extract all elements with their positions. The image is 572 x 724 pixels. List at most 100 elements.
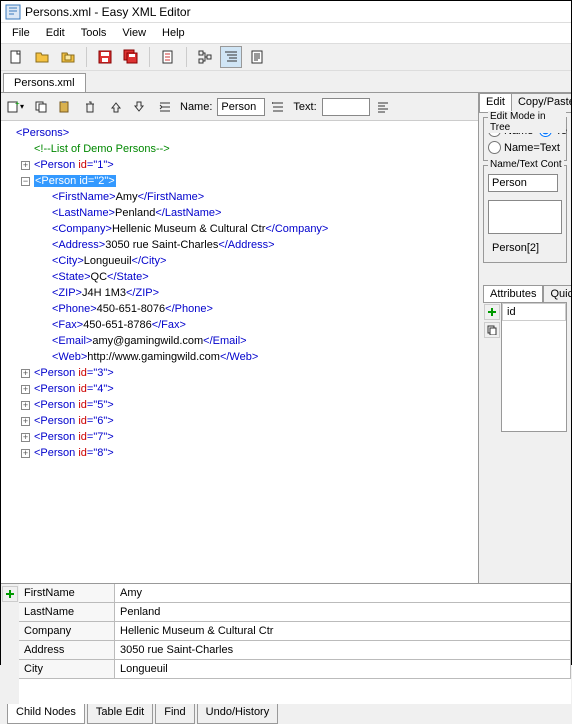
bottom-tab-tableedit[interactable]: Table Edit xyxy=(87,704,153,724)
expand-icon[interactable]: + xyxy=(21,401,30,410)
copy-button[interactable] xyxy=(31,97,51,117)
file-tabs: Persons.xml xyxy=(1,71,571,93)
indent-button[interactable] xyxy=(155,97,175,117)
align-button[interactable] xyxy=(373,97,393,117)
menu-tools[interactable]: Tools xyxy=(74,25,114,41)
tree-row[interactable]: <!--List of Demo Persons--> xyxy=(3,141,476,157)
tree-row[interactable]: <Persons> xyxy=(3,125,476,141)
expand-icon[interactable]: + xyxy=(21,433,30,442)
child-node-value[interactable]: Longueuil xyxy=(115,660,571,678)
bottom-tab-find[interactable]: Find xyxy=(155,704,194,724)
child-node-row[interactable]: CompanyHellenic Museum & Cultural Ctr xyxy=(19,622,571,641)
tree-row[interactable]: +<Person id="8"> xyxy=(3,445,476,461)
attributes-table[interactable]: id xyxy=(501,303,567,432)
menu-view[interactable]: View xyxy=(115,25,153,41)
save-all-button[interactable] xyxy=(120,46,142,68)
tree-row[interactable]: <Email>amy@gamingwild.com</Email> xyxy=(3,333,476,349)
add-attribute-button[interactable] xyxy=(484,304,500,320)
tree-row[interactable]: <City>Longueuil</City> xyxy=(3,253,476,269)
child-node-key: FirstName xyxy=(19,584,115,602)
expand-icon[interactable]: + xyxy=(21,417,30,426)
add-child-button[interactable] xyxy=(2,586,18,602)
paste-button[interactable] xyxy=(54,97,74,117)
tree-row[interactable]: +<Person id="5"> xyxy=(3,397,476,413)
right-panel: Edit Copy/Paste Edit Mode in Tree Name T… xyxy=(479,93,571,583)
menu-bar: File Edit Tools View Help xyxy=(1,23,571,43)
tree-row[interactable]: <Fax>450-651-8786</Fax> xyxy=(3,317,476,333)
tree-row[interactable]: <Address>3050 rue Saint-Charles</Address… xyxy=(3,237,476,253)
node-name-input[interactable] xyxy=(488,174,558,192)
tree-row[interactable]: −<Person id="2"> xyxy=(3,173,476,189)
node-text-area[interactable] xyxy=(488,200,562,234)
text-label: Text: xyxy=(293,101,316,113)
tree-row[interactable]: <Company>Hellenic Museum & Cultural Ctr<… xyxy=(3,221,476,237)
child-node-row[interactable]: CityLongueuil xyxy=(19,660,571,679)
name-text-group: Name/Text Cont Person[2] xyxy=(483,165,567,263)
edit-mode-group: Edit Mode in Tree Name Te Name=Text xyxy=(483,117,567,161)
xml-tree[interactable]: <Persons><!--List of Demo Persons-->+<Pe… xyxy=(1,121,478,583)
child-nodes-table[interactable]: FirstNameAmyLastNamePenlandCompanyHellen… xyxy=(19,584,571,704)
move-up-button[interactable] xyxy=(106,97,126,117)
child-node-row[interactable]: FirstNameAmy xyxy=(19,584,571,603)
expand-icon[interactable]: + xyxy=(21,369,30,378)
list-view-button[interactable] xyxy=(220,46,242,68)
child-node-row[interactable]: Address3050 rue Saint-Charles xyxy=(19,641,571,660)
new-file-button[interactable] xyxy=(5,46,27,68)
child-node-value[interactable]: Amy xyxy=(115,584,571,602)
save-button[interactable] xyxy=(94,46,116,68)
title-bar: Persons.xml - Easy XML Editor xyxy=(1,1,571,23)
expand-icon[interactable]: + xyxy=(21,161,30,170)
copy-attribute-button[interactable] xyxy=(484,322,500,338)
child-node-value[interactable]: 3050 rue Saint-Charles xyxy=(115,641,571,659)
bottom-panel: FirstNameAmyLastNamePenlandCompanyHellen… xyxy=(1,583,571,724)
text-input[interactable] xyxy=(322,98,370,116)
child-node-value[interactable]: Hellenic Museum & Cultural Ctr xyxy=(115,622,571,640)
tree-row[interactable]: <FirstName>Amy</FirstName> xyxy=(3,189,476,205)
file-tab-persons[interactable]: Persons.xml xyxy=(3,73,86,92)
menu-help[interactable]: Help xyxy=(155,25,192,41)
expand-icon[interactable]: + xyxy=(21,449,30,458)
child-node-key: Address xyxy=(19,641,115,659)
tree-row[interactable]: <State>QC</State> xyxy=(3,269,476,285)
tree-row[interactable]: <Web>http://www.gamingwild.com</Web> xyxy=(3,349,476,365)
tree-row[interactable]: +<Person id="1"> xyxy=(3,157,476,173)
tree-row[interactable]: <ZIP>J4H 1M3</ZIP> xyxy=(3,285,476,301)
name-input[interactable] xyxy=(217,98,265,116)
move-down-button[interactable] xyxy=(129,97,149,117)
tree-view-button[interactable] xyxy=(194,46,216,68)
list-icon[interactable] xyxy=(268,97,288,117)
right-tab-edit[interactable]: Edit xyxy=(479,93,512,112)
collapse-icon[interactable]: − xyxy=(21,177,30,186)
attribute-name-cell[interactable]: id xyxy=(502,303,566,321)
menu-edit[interactable]: Edit xyxy=(39,25,72,41)
tree-row[interactable]: <LastName>Penland</LastName> xyxy=(3,205,476,221)
tree-row[interactable]: <Phone>450-651-8076</Phone> xyxy=(3,301,476,317)
main-toolbar xyxy=(1,43,571,71)
bottom-tab-undohistory[interactable]: Undo/History xyxy=(197,704,279,724)
bottom-tab-childnodes[interactable]: Child Nodes xyxy=(7,704,85,724)
add-node-button[interactable]: +▾ xyxy=(5,97,25,117)
quick-tab[interactable]: Quick xyxy=(543,285,571,302)
window-title: Persons.xml - Easy XML Editor xyxy=(25,5,191,19)
menu-file[interactable]: File xyxy=(5,25,37,41)
tree-row[interactable]: +<Person id="7"> xyxy=(3,429,476,445)
expand-icon[interactable]: + xyxy=(21,385,30,394)
tree-row[interactable]: +<Person id="3"> xyxy=(3,365,476,381)
child-node-key: City xyxy=(19,660,115,678)
node-path: Person[2] xyxy=(488,238,562,258)
open-file-button[interactable] xyxy=(31,46,53,68)
app-icon xyxy=(5,4,21,20)
properties-button[interactable] xyxy=(157,46,179,68)
open-folder-button[interactable] xyxy=(57,46,79,68)
name-label: Name: xyxy=(180,101,212,113)
tree-row[interactable]: +<Person id="4"> xyxy=(3,381,476,397)
right-tab-copypaste[interactable]: Copy/Paste xyxy=(511,93,571,112)
attributes-tab[interactable]: Attributes xyxy=(483,285,543,302)
child-node-key: Company xyxy=(19,622,115,640)
editmode-nametext[interactable]: Name=Text xyxy=(488,141,562,154)
child-node-value[interactable]: Penland xyxy=(115,603,571,621)
delete-button[interactable] xyxy=(80,97,100,117)
tree-row[interactable]: +<Person id="6"> xyxy=(3,413,476,429)
child-node-row[interactable]: LastNamePenland xyxy=(19,603,571,622)
text-view-button[interactable] xyxy=(246,46,268,68)
